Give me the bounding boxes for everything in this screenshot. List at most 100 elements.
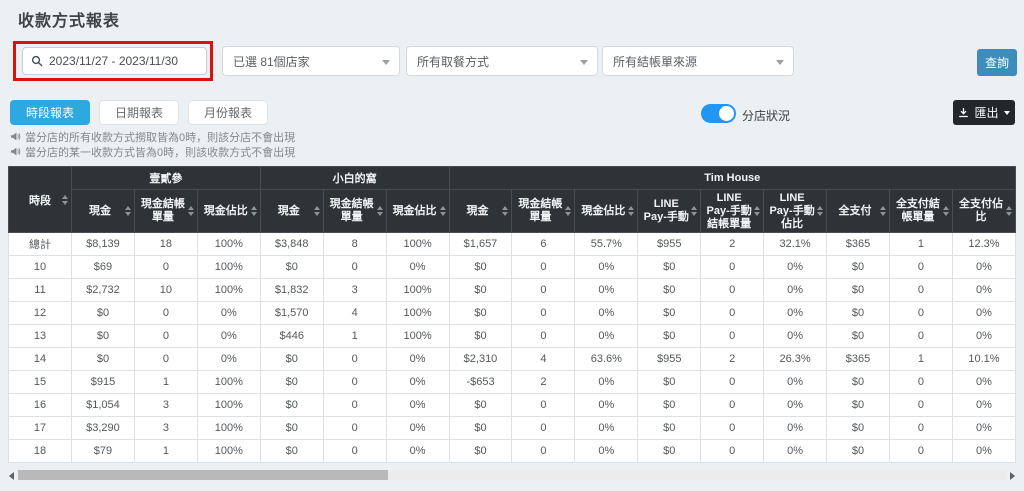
row-label: 14: [9, 348, 72, 371]
table-cell: 0%: [386, 348, 449, 371]
table-cell: $0: [638, 302, 701, 325]
sort-up-arrow: [62, 195, 68, 199]
sort-icon[interactable]: [377, 206, 383, 216]
store-select[interactable]: 已選 81個店家: [222, 46, 400, 76]
column-header[interactable]: 現金結帳單量: [134, 190, 197, 233]
table-cell: $8,139: [72, 233, 135, 256]
table-cell: 0%: [952, 371, 1015, 394]
sort-icon[interactable]: [188, 206, 194, 216]
tab-month-report[interactable]: 月份報表: [188, 100, 268, 125]
table-row: 10$690100%$000%$000%$000%$000%: [9, 256, 1016, 279]
table-cell: $1,832: [260, 279, 323, 302]
sort-icon[interactable]: [1006, 206, 1012, 216]
table-cell: $0: [260, 417, 323, 440]
tab-timeslot-report[interactable]: 時段報表: [10, 100, 90, 125]
column-header-timeslot[interactable]: 時段: [9, 167, 72, 233]
column-header[interactable]: 全支付: [827, 190, 890, 233]
row-label: 17: [9, 417, 72, 440]
table-cell: 0: [889, 325, 952, 348]
column-header[interactable]: 現金佔比: [575, 190, 638, 233]
column-header[interactable]: LINE Pay-手動: [638, 190, 701, 233]
column-header-label: LINE Pay-手動: [644, 198, 689, 223]
table-cell: $955: [638, 348, 701, 371]
sort-icon[interactable]: [628, 206, 634, 216]
branch-status-toggle[interactable]: [701, 104, 736, 123]
table-cell: $0: [72, 325, 135, 348]
sort-icon[interactable]: [62, 195, 68, 205]
sort-icon[interactable]: [565, 206, 571, 216]
table-cell: $0: [638, 325, 701, 348]
sort-icon[interactable]: [817, 206, 823, 216]
table-cell: 0: [323, 440, 386, 463]
sort-icon[interactable]: [440, 206, 446, 216]
query-button[interactable]: 查詢: [977, 49, 1017, 76]
sort-icon[interactable]: [502, 206, 508, 216]
sort-icon[interactable]: [754, 206, 760, 216]
sort-up-arrow: [691, 206, 697, 210]
column-header[interactable]: 現金佔比: [386, 190, 449, 233]
column-header[interactable]: 現金: [260, 190, 323, 233]
table-cell: $446: [260, 325, 323, 348]
table-cell: 0%: [197, 302, 260, 325]
table-cell: 0: [701, 394, 764, 417]
sort-icon[interactable]: [943, 206, 949, 216]
scroll-left-arrow[interactable]: [9, 472, 14, 480]
scrollbar-track[interactable]: [18, 470, 1006, 480]
table-cell: 0: [323, 394, 386, 417]
table-header-group-row: 時段壹貳參小白的窩Tim House: [9, 167, 1016, 190]
export-button[interactable]: 匯出: [953, 100, 1015, 125]
column-header[interactable]: 全支付佔比: [952, 190, 1015, 233]
receipt-source-select[interactable]: 所有結帳單來源: [602, 46, 794, 76]
pickup-select-value: 所有取餐方式: [417, 53, 489, 70]
table-cell: $3,848: [260, 233, 323, 256]
sort-icon[interactable]: [314, 206, 320, 216]
column-header-label: 現金: [278, 205, 300, 217]
sort-down-arrow: [377, 212, 383, 216]
tab-date-report[interactable]: 日期報表: [99, 100, 179, 125]
megaphone-icon: [10, 131, 21, 142]
column-header[interactable]: 現金: [72, 190, 135, 233]
table-cell: 100%: [197, 417, 260, 440]
sort-icon[interactable]: [251, 206, 257, 216]
pickup-method-select[interactable]: 所有取餐方式: [406, 46, 598, 76]
sort-up-arrow: [628, 206, 634, 210]
sort-down-arrow: [502, 212, 508, 216]
column-header[interactable]: 現金結帳單量: [323, 190, 386, 233]
column-header[interactable]: LINE Pay-手動佔比: [764, 190, 827, 233]
table-cell: $0: [260, 394, 323, 417]
table-cell: 0: [323, 256, 386, 279]
column-header[interactable]: 現金: [449, 190, 512, 233]
table-cell: 0: [512, 302, 575, 325]
table-cell: $0: [449, 440, 512, 463]
column-header[interactable]: 現金結帳單量: [512, 190, 575, 233]
horizontal-scrollbar[interactable]: [8, 469, 1016, 481]
sort-down-arrow: [817, 212, 823, 216]
sort-icon[interactable]: [125, 206, 131, 216]
table-cell: $0: [638, 256, 701, 279]
column-header[interactable]: 現金佔比: [197, 190, 260, 233]
table-cell: 0%: [386, 394, 449, 417]
scrollbar-thumb[interactable]: [18, 470, 388, 480]
table-cell: $365: [827, 348, 890, 371]
table-cell: 10.1%: [952, 348, 1015, 371]
sort-up-arrow: [377, 206, 383, 210]
sort-down-arrow: [62, 201, 68, 205]
column-header[interactable]: LINE Pay-手動結帳單量: [701, 190, 764, 233]
sort-icon[interactable]: [880, 206, 886, 216]
sort-down-arrow: [188, 212, 194, 216]
table-cell: 26.3%: [764, 348, 827, 371]
table-cell: 18: [134, 233, 197, 256]
table-cell: $79: [72, 440, 135, 463]
table-cell: 0%: [952, 417, 1015, 440]
table-cell: $0: [449, 325, 512, 348]
table-cell: 0: [701, 417, 764, 440]
table-cell: 55.7%: [575, 233, 638, 256]
date-range-input[interactable]: 2023/11/27 - 2023/11/30: [22, 47, 207, 75]
column-header[interactable]: 全支付結帳單量: [889, 190, 952, 233]
sort-icon[interactable]: [691, 206, 697, 216]
table-cell: 0%: [764, 325, 827, 348]
table-cell: 100%: [386, 325, 449, 348]
row-label: 12: [9, 302, 72, 325]
scroll-right-arrow[interactable]: [1010, 472, 1015, 480]
table-cell: $0: [638, 371, 701, 394]
